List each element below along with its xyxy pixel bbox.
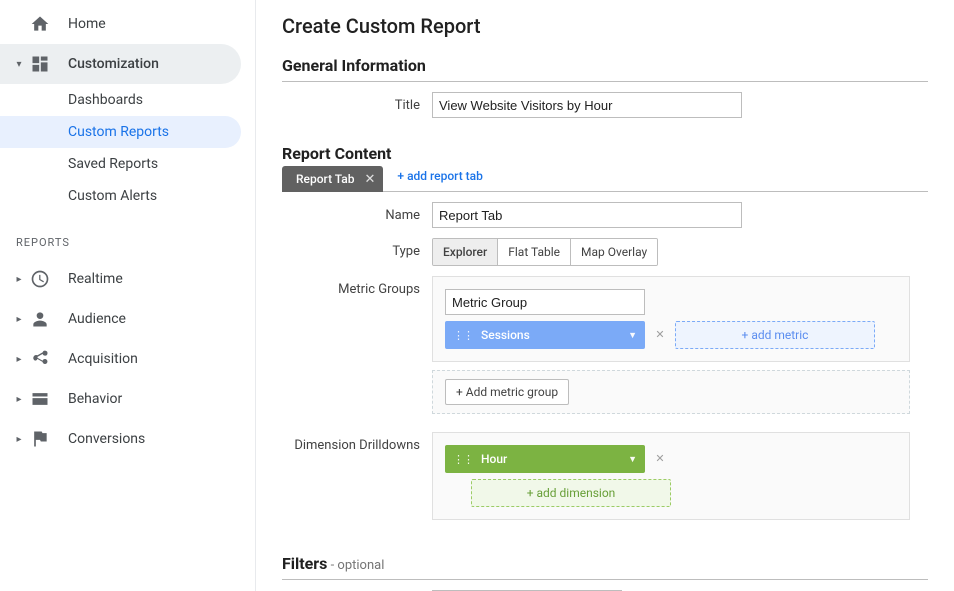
add-metric-group-button[interactable]: + Add metric group xyxy=(445,379,569,405)
metric-pill-label: Sessions xyxy=(481,328,530,342)
label-name: Name xyxy=(282,202,432,223)
subnav-label: Custom Reports xyxy=(68,124,169,140)
dashboard-icon xyxy=(30,54,50,74)
nav-label: Acquisition xyxy=(68,351,138,367)
share-icon xyxy=(30,349,50,369)
label-metric-groups: Metric Groups xyxy=(282,276,432,297)
chevron-right-icon: ▸ xyxy=(14,314,24,325)
person-icon xyxy=(30,309,50,329)
nav-home[interactable]: Home xyxy=(0,4,255,44)
nav-conversions[interactable]: ▸ Conversions xyxy=(0,419,255,459)
type-segmented-group: Explorer Flat Table Map Overlay xyxy=(432,238,658,266)
drag-icon: ⋮⋮ xyxy=(453,453,473,466)
nav-customization[interactable]: ▾ Customization xyxy=(0,44,241,84)
row-name: Name xyxy=(282,202,928,228)
nav-label: Behavior xyxy=(68,391,122,407)
chevron-down-icon: ▼ xyxy=(628,454,637,465)
dimension-pill-label: Hour xyxy=(481,452,507,466)
report-tab[interactable]: Report Tab ✕ xyxy=(282,166,383,192)
dimension-panel: ⋮⋮ Hour ▼ ✕ + add dimension xyxy=(432,432,910,520)
chevron-right-icon: ▸ xyxy=(14,434,24,445)
main-content: Create Custom Report General Information… xyxy=(256,0,954,591)
nav-label: Realtime xyxy=(68,271,123,287)
row-type: Type Explorer Flat Table Map Overlay xyxy=(282,238,928,266)
subnav-dashboards[interactable]: Dashboards xyxy=(0,84,255,116)
input-report-title[interactable] xyxy=(432,92,742,118)
page-title: Create Custom Report xyxy=(282,14,928,38)
section-general-heading: General Information xyxy=(282,56,928,82)
metric-pill-sessions[interactable]: ⋮⋮ Sessions ▼ xyxy=(445,321,645,349)
reports-section-header: REPORTS xyxy=(0,212,255,259)
row-dimension-drilldowns: Dimension Drilldowns ⋮⋮ Hour ▼ ✕ + add d… xyxy=(282,432,928,528)
subnav-custom-reports[interactable]: Custom Reports xyxy=(0,116,241,148)
section-content-heading: Report Content xyxy=(282,144,928,165)
report-tab-label: Report Tab xyxy=(296,172,355,186)
drag-icon: ⋮⋮ xyxy=(453,329,473,342)
filters-heading-text: Filters xyxy=(282,554,327,573)
chevron-right-icon: ▸ xyxy=(14,354,24,365)
chevron-down-icon: ▾ xyxy=(14,59,24,70)
nav-audience[interactable]: ▸ Audience xyxy=(0,299,255,339)
label-dimension-drilldowns: Dimension Drilldowns xyxy=(282,432,432,453)
input-metric-group-name[interactable] xyxy=(445,289,645,315)
flag-icon xyxy=(30,429,50,449)
metric-group-panel: ⋮⋮ Sessions ▼ ✕ + add metric xyxy=(432,276,910,362)
row-metric-groups: Metric Groups ⋮⋮ Sessions ▼ ✕ + add metr… xyxy=(282,276,928,422)
subnav-label: Saved Reports xyxy=(68,156,158,172)
chevron-down-icon: ▼ xyxy=(628,330,637,341)
input-tab-name[interactable] xyxy=(432,202,742,228)
chevron-right-icon: ▸ xyxy=(14,274,24,285)
row-title: Title xyxy=(282,92,928,118)
nav-label: Conversions xyxy=(68,431,145,447)
type-flat-table[interactable]: Flat Table xyxy=(498,239,571,265)
close-icon[interactable]: ✕ xyxy=(365,172,376,187)
subnav-custom-alerts[interactable]: Custom Alerts xyxy=(0,180,255,212)
nav-realtime[interactable]: ▸ Realtime xyxy=(0,259,255,299)
subnav-label: Dashboards xyxy=(68,92,143,108)
remove-metric-icon[interactable]: ✕ xyxy=(653,328,667,342)
home-icon xyxy=(30,14,50,34)
nav-home-label: Home xyxy=(68,16,106,32)
nav-acquisition[interactable]: ▸ Acquisition xyxy=(0,339,255,379)
filters-optional-text: - optional xyxy=(327,558,384,573)
dimension-pill-hour[interactable]: ⋮⋮ Hour ▼ xyxy=(445,445,645,473)
nav-customization-label: Customization xyxy=(68,56,159,72)
nav-label: Audience xyxy=(68,311,126,327)
add-metric-button[interactable]: + add metric xyxy=(675,321,875,349)
label-type: Type xyxy=(282,238,432,259)
remove-dimension-icon[interactable]: ✕ xyxy=(653,452,667,466)
sidebar: Home ▾ Customization Dashboards Custom R… xyxy=(0,0,256,591)
clock-icon xyxy=(30,269,50,289)
nav-behavior[interactable]: ▸ Behavior xyxy=(0,379,255,419)
label-title: Title xyxy=(282,92,432,113)
add-metric-group-panel: + Add metric group xyxy=(432,370,910,414)
add-dimension-button[interactable]: + add dimension xyxy=(471,479,671,507)
type-map-overlay[interactable]: Map Overlay xyxy=(571,239,657,265)
subnav-label: Custom Alerts xyxy=(68,188,157,204)
subnav-saved-reports[interactable]: Saved Reports xyxy=(0,148,255,180)
type-explorer[interactable]: Explorer xyxy=(433,239,498,265)
cards-icon xyxy=(30,389,50,409)
chevron-right-icon: ▸ xyxy=(14,394,24,405)
add-report-tab-link[interactable]: + add report tab xyxy=(397,169,482,187)
report-tab-strip: Report Tab ✕ + add report tab xyxy=(282,165,928,192)
section-filters-heading: Filters - optional xyxy=(282,554,928,580)
